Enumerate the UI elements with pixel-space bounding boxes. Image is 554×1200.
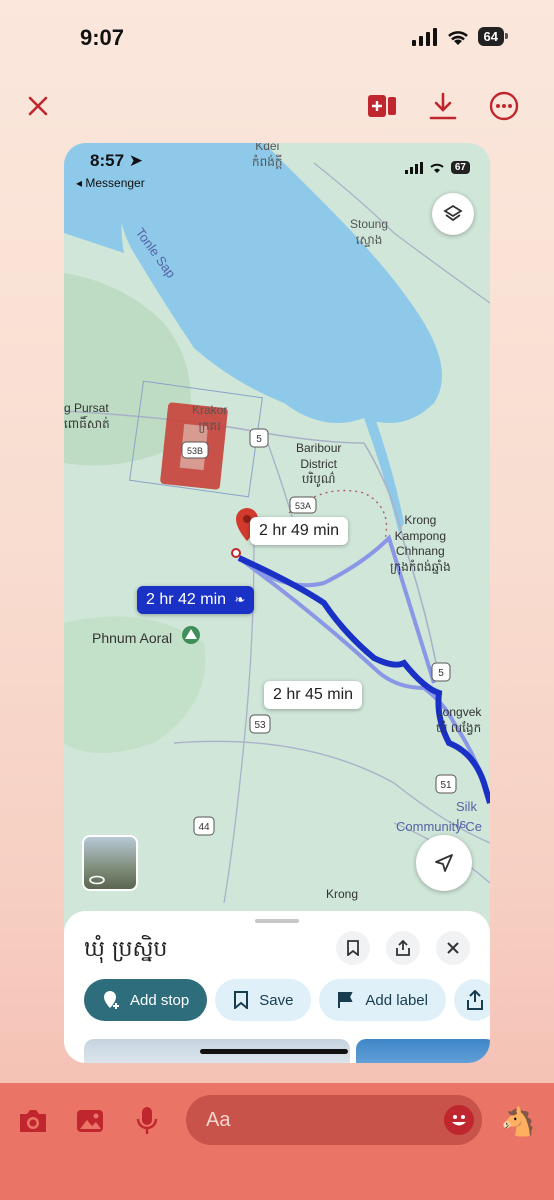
status-bar: 9:07 64 — [0, 0, 554, 80]
svg-text:53A: 53A — [295, 501, 311, 511]
place-label: Krong Kampong Chhnang ក្រុងកំពង់ឆ្នាំង — [390, 513, 451, 574]
street-view-thumbnail[interactable] — [82, 835, 138, 891]
more-icon — [489, 91, 519, 121]
place-sheet[interactable]: ឃុំ ប្រស្និប Add stop Save Add label — [64, 911, 490, 1063]
captured-status-bar: 8:57 ➤ ◂ Messenger 67 — [64, 143, 490, 193]
bookmark-icon — [234, 991, 249, 1009]
route-time-callout[interactable]: 2 hr 45 min — [264, 681, 363, 709]
message-input-container — [186, 1095, 482, 1145]
viewer-toolbar — [0, 80, 554, 130]
location-arrow-icon: ➤ — [128, 151, 144, 170]
share-button[interactable] — [386, 931, 420, 965]
place-title: ឃុំ ប្រស្និប — [84, 937, 168, 962]
voice-message-button[interactable] — [129, 1103, 165, 1139]
place-label: Longvek ឃុំ លង្វែក — [436, 705, 482, 735]
navigation-arrow-icon — [435, 854, 453, 872]
add-to-story-icon — [368, 95, 396, 117]
svg-text:53: 53 — [254, 720, 266, 731]
quick-reaction-button[interactable]: 🐴 — [500, 1103, 536, 1139]
close-sheet-button[interactable] — [436, 931, 470, 965]
place-label: Baribour District បរិបូណ៌ — [296, 441, 342, 487]
gallery-button[interactable] — [72, 1103, 108, 1139]
add-stop-chip[interactable]: Add stop — [84, 979, 208, 1021]
emoji-button[interactable] — [444, 1105, 474, 1135]
action-chips: Add stop Save Add label — [84, 979, 490, 1021]
place-label: Krakor ក្រគរ — [192, 403, 228, 433]
horse-emoji-icon: 🐴 — [500, 1105, 536, 1137]
route-time-callout[interactable]: 2 hr 49 min — [250, 517, 349, 545]
place-label: Phnum Aoral — [92, 630, 173, 646]
place-photo[interactable] — [356, 1039, 490, 1063]
my-location-button[interactable] — [416, 835, 472, 891]
primary-route-time: 2 hr 42 min — [146, 591, 227, 608]
eco-leaf-icon: ❧ — [234, 592, 246, 607]
download-button[interactable] — [425, 88, 461, 124]
save-chip[interactable]: Save — [215, 979, 312, 1021]
message-input[interactable] — [206, 1108, 426, 1132]
road-shield: 53B — [181, 441, 209, 459]
battery-indicator: 64 — [477, 27, 509, 46]
save-label: Save — [259, 991, 294, 1009]
svg-text:53B: 53B — [187, 446, 203, 456]
wifi-icon — [447, 30, 468, 45]
add-label-label: Add label — [365, 991, 428, 1009]
home-indicator — [200, 1049, 348, 1054]
map-view[interactable]: 5 53B 53A 5 53 44 51 Kdei កំពង់ក្តី Stoun… — [64, 143, 490, 943]
layers-button[interactable] — [432, 193, 474, 235]
camera-button[interactable] — [15, 1103, 51, 1139]
add-label-chip[interactable]: Add label — [319, 979, 446, 1021]
rotate-360-icon — [89, 875, 105, 885]
place-label: g Pursat ពោធិ៍សាត់ — [64, 401, 110, 431]
svg-text:51: 51 — [440, 780, 452, 791]
cellular-signal-icon — [411, 27, 437, 46]
road-shield: 51 — [435, 774, 457, 794]
status-icons: 64 — [411, 27, 509, 46]
place-label: Krong — [326, 887, 359, 901]
status-time: 9:07 — [80, 25, 125, 50]
add-to-story-button[interactable] — [364, 88, 400, 124]
road-shield: 5 — [431, 662, 451, 682]
share-chip[interactable] — [453, 979, 490, 1021]
road-shield: 53A — [289, 496, 317, 514]
captured-status-icons: 67 — [404, 161, 470, 174]
bookmark-icon — [347, 940, 359, 956]
place-label: Community Ce — [396, 819, 482, 834]
cellular-signal-icon — [404, 161, 423, 174]
svg-text:44: 44 — [198, 822, 210, 833]
road-shield: 53 — [249, 714, 271, 734]
sheet-drag-handle[interactable] — [255, 919, 299, 923]
close-icon — [28, 96, 48, 116]
flag-icon — [338, 992, 354, 1008]
more-options-button[interactable] — [486, 88, 522, 124]
place-label: Stoung ស្ទោង — [350, 217, 389, 247]
shared-screenshot[interactable]: 5 53B 53A 5 53 44 51 Kdei កំពង់ក្តី Stoun… — [64, 143, 490, 1063]
wifi-icon — [430, 163, 444, 173]
share-icon — [396, 940, 410, 956]
road-shield: 44 — [193, 816, 215, 836]
svg-text:5: 5 — [256, 434, 262, 445]
close-button[interactable] — [20, 88, 56, 124]
image-icon — [77, 1110, 103, 1132]
add-stop-label: Add stop — [130, 991, 190, 1009]
download-icon — [429, 92, 457, 120]
bookmark-button[interactable] — [336, 931, 370, 965]
close-icon — [447, 942, 459, 954]
captured-battery: 67 — [450, 161, 470, 174]
share-icon — [466, 990, 483, 1010]
microphone-icon — [136, 1107, 158, 1134]
primary-route-callout[interactable]: 2 hr 42 min ❧ — [137, 586, 255, 614]
captured-time: 8:57 ➤ — [90, 151, 144, 170]
svg-text:5: 5 — [438, 668, 444, 679]
layers-icon — [443, 204, 463, 222]
camera-icon — [20, 1110, 46, 1132]
back-to-messenger-link[interactable]: ◂ Messenger — [76, 176, 145, 190]
message-composer: 🐴 — [0, 1083, 554, 1200]
add-location-icon — [104, 991, 119, 1009]
road-shield: 5 — [249, 428, 269, 448]
smiley-icon — [446, 1107, 472, 1133]
